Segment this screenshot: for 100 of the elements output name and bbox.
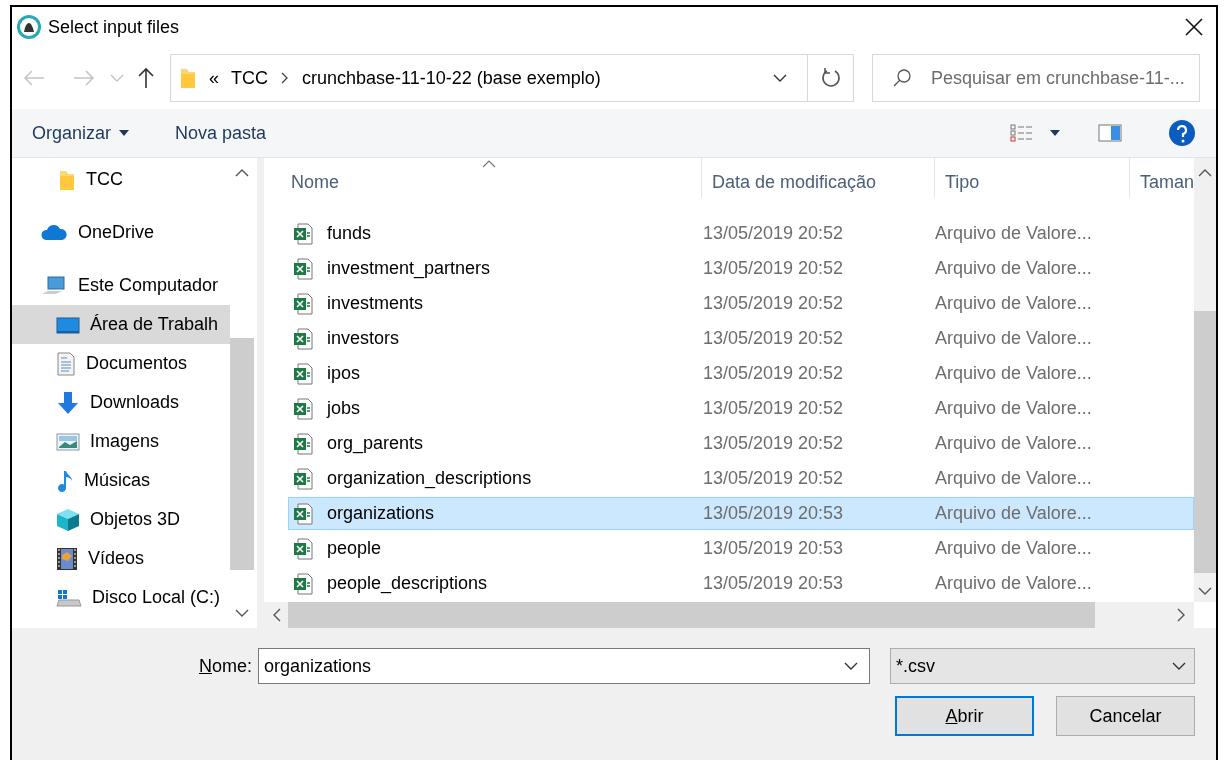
- open-button[interactable]: Abrir: [895, 696, 1034, 736]
- file-name: jobs: [327, 398, 361, 419]
- file-type: Arquivo de Valore...: [935, 258, 1093, 279]
- window-title: Select input files: [48, 16, 180, 38]
- new-folder-button[interactable]: Nova pasta: [171, 118, 271, 148]
- nav-item[interactable]: OneDrive: [12, 213, 230, 252]
- up-arrow-icon[interactable]: [136, 66, 156, 90]
- spreadsheet-file-icon: [293, 572, 313, 595]
- cloud-icon: [40, 223, 68, 242]
- scroll-up-icon[interactable]: [235, 168, 249, 178]
- file-type: Arquivo de Valore...: [935, 538, 1093, 559]
- modified-date: 13/05/2019 20:52: [702, 398, 845, 419]
- breadcrumb-item[interactable]: crunchbase-11-10-22 (base exemplo): [302, 67, 601, 89]
- file-type-dropdown[interactable]: *.csv: [890, 648, 1195, 684]
- dropdown-icon[interactable]: [773, 73, 787, 83]
- app-icon: [16, 14, 42, 40]
- refresh-button[interactable]: [808, 54, 854, 102]
- file-row[interactable]: investors 13/05/2019 20:52 Arquivo de Valore...: [288, 322, 1194, 355]
- file-name-field[interactable]: organizations: [258, 648, 870, 684]
- help-icon[interactable]: [1168, 119, 1196, 147]
- nav-item[interactable]: Músicas: [12, 461, 230, 500]
- scroll-down-icon[interactable]: [235, 608, 249, 618]
- folder-icon: [179, 66, 197, 90]
- column-header[interactable]: Nome: [264, 158, 702, 198]
- file-row[interactable]: people 13/05/2019 20:53 Arquivo de Valore...: [288, 532, 1194, 565]
- file-name: ipos: [327, 363, 361, 384]
- modified-date: 13/05/2019 20:52: [702, 433, 845, 454]
- field-label: Nome:: [197, 655, 252, 677]
- scrollbar-thumb[interactable]: [1194, 311, 1216, 573]
- column-header[interactable]: Data de modificação: [702, 158, 935, 198]
- file-row[interactable]: ipos 13/05/2019 20:52 Arquivo de Valore...: [288, 357, 1194, 390]
- spreadsheet-file-icon: [293, 467, 313, 490]
- image-icon: [56, 431, 80, 452]
- file-name: people: [327, 538, 382, 559]
- music-note-icon: [56, 468, 74, 493]
- file-row[interactable]: organizations 13/05/2019 20:53 Arquivo de Valore...: [288, 497, 1194, 530]
- modified-date: 13/05/2019 20:52: [702, 258, 845, 279]
- column-header[interactable]: Taman: [1130, 158, 1194, 198]
- file-type: Arquivo de Valore...: [935, 328, 1093, 349]
- scrollbar-thumb[interactable]: [230, 338, 254, 570]
- close-icon[interactable]: [1184, 17, 1204, 37]
- scroll-right-icon[interactable]: [1176, 608, 1186, 622]
- modified-date: 13/05/2019 20:52: [702, 223, 845, 244]
- scroll-left-icon[interactable]: [272, 608, 282, 622]
- modified-date: 13/05/2019 20:52: [702, 328, 845, 349]
- breadcrumb-item[interactable]: TCC: [231, 67, 268, 89]
- caret-icon[interactable]: [1050, 130, 1060, 136]
- file-row[interactable]: organization_descriptions 13/05/2019 20:52 Arquivo de Valore...: [288, 462, 1194, 495]
- file-row[interactable]: investment_partners 13/05/2019 20:52 Arquivo de Valore...: [288, 252, 1194, 285]
- spreadsheet-file-icon: [293, 222, 313, 245]
- file-type: Arquivo de Valore...: [935, 468, 1093, 489]
- view-options-icon[interactable]: [1010, 123, 1034, 143]
- file-type: Arquivo de Valore...: [935, 398, 1093, 419]
- spreadsheet-file-icon: [293, 502, 313, 525]
- file-row[interactable]: jobs 13/05/2019 20:52 Arquivo de Valore...: [288, 392, 1194, 425]
- file-row[interactable]: investments 13/05/2019 20:52 Arquivo de Valore...: [288, 287, 1194, 320]
- cancel-button[interactable]: Cancelar: [1056, 696, 1195, 736]
- nav-item[interactable]: Área de Trabalh: [12, 305, 230, 344]
- document-icon: [56, 351, 76, 376]
- file-row[interactable]: org_parents 13/05/2019 20:52 Arquivo de Valore...: [288, 427, 1194, 460]
- preview-pane-icon[interactable]: [1098, 124, 1122, 142]
- spreadsheet-file-icon: [293, 327, 313, 350]
- nav-item[interactable]: TCC: [12, 160, 230, 199]
- modified-date: 13/05/2019 20:52: [702, 293, 845, 314]
- nav-item[interactable]: Imagens: [12, 422, 230, 461]
- down-arrow-icon: [56, 390, 80, 415]
- nav-item[interactable]: Documentos: [12, 344, 230, 383]
- desktop-icon: [56, 314, 80, 335]
- file-row[interactable]: funds 13/05/2019 20:52 Arquivo de Valore...: [288, 217, 1194, 250]
- nav-item[interactable]: Objetos 3D: [12, 500, 230, 539]
- chevron-right-icon: [280, 71, 290, 85]
- file-row[interactable]: people_descriptions 13/05/2019 20:53 Arquivo de Valore...: [288, 567, 1194, 600]
- dropdown-icon: [844, 661, 858, 671]
- search-field[interactable]: Pesquisar em crunchbase-11-...: [872, 54, 1200, 102]
- nav-item[interactable]: Vídeos: [12, 539, 230, 578]
- scroll-down-icon[interactable]: [1198, 586, 1212, 596]
- file-name: investors: [327, 328, 400, 349]
- cube-icon: [56, 507, 80, 532]
- scroll-up-icon[interactable]: [1198, 168, 1212, 178]
- organize-menu[interactable]: Organizar: [32, 118, 134, 148]
- scrollbar-thumb[interactable]: [288, 602, 1095, 628]
- breadcrumb-overflow[interactable]: «: [209, 67, 219, 89]
- spreadsheet-file-icon: [293, 537, 313, 560]
- column-header[interactable]: Tipo: [935, 158, 1130, 198]
- sort-ascending-icon: [482, 160, 496, 168]
- spreadsheet-file-icon: [293, 257, 313, 280]
- modified-date: 13/05/2019 20:52: [702, 363, 845, 384]
- nav-item[interactable]: Downloads: [12, 383, 230, 422]
- file-name: organization_descriptions: [327, 468, 532, 489]
- spreadsheet-file-icon: [293, 362, 313, 385]
- nav-item[interactable]: Este Computador: [12, 266, 230, 305]
- file-type: Arquivo de Valore...: [935, 573, 1093, 594]
- modified-date: 13/05/2019 20:52: [702, 468, 845, 489]
- file-type: Arquivo de Valore...: [935, 503, 1093, 524]
- spreadsheet-file-icon: [293, 397, 313, 420]
- nav-item[interactable]: Disco Local (C:): [12, 578, 230, 617]
- drive-icon: [56, 587, 82, 608]
- address-bar[interactable]: « TCC crunchbase-11-10-22 (base exemplo): [170, 54, 808, 102]
- modified-date: 13/05/2019 20:53: [702, 503, 845, 524]
- file-type: Arquivo de Valore...: [935, 293, 1093, 314]
